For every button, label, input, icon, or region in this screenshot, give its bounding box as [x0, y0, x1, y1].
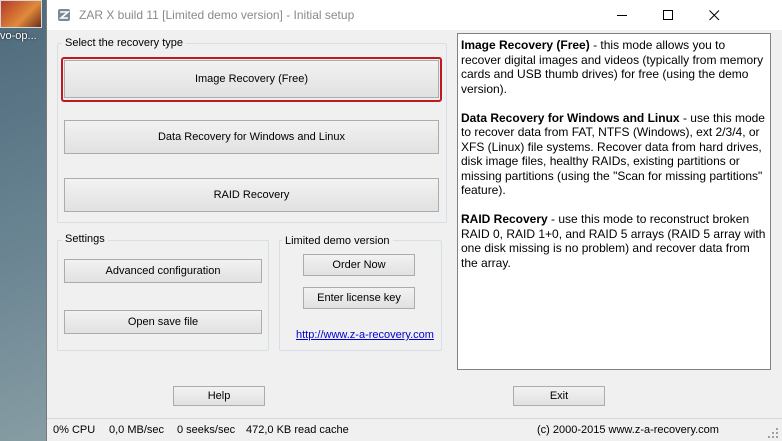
status-bar: 0% CPU 0,0 MB/sec 0 seeks/sec 472,0 KB r…	[47, 418, 782, 441]
enter-license-key-button[interactable]: Enter license key	[303, 287, 415, 309]
image-recovery-info-title: Image Recovery (Free)	[461, 38, 590, 52]
close-button[interactable]	[691, 0, 737, 30]
close-icon	[708, 9, 719, 20]
app-window: ZAR X build 11 [Limited demo version] - …	[46, 0, 782, 441]
window-title: ZAR X build 11 [Limited demo version] - …	[79, 8, 355, 22]
minimize-button[interactable]	[599, 0, 645, 30]
raid-recovery-button[interactable]: RAID Recovery	[64, 178, 439, 212]
data-recovery-button[interactable]: Data Recovery for Windows and Linux	[64, 120, 439, 154]
cpu-status: 0% CPU	[53, 424, 96, 436]
settings-group	[57, 240, 269, 351]
minimize-icon	[616, 14, 627, 16]
help-button[interactable]: Help	[173, 386, 265, 406]
desktop-file-icon[interactable]	[0, 0, 42, 28]
demo-label: Limited demo version	[282, 235, 393, 247]
order-now-button[interactable]: Order Now	[303, 254, 415, 276]
data-recovery-info: Data Recovery for Windows and Linux - us…	[461, 111, 767, 198]
desktop-file-label: vo-op...	[0, 30, 37, 42]
exit-button[interactable]: Exit	[513, 386, 605, 406]
app-icon	[58, 9, 71, 21]
title-bar: ZAR X build 11 [Limited demo version] - …	[47, 0, 782, 30]
recovery-type-label: Select the recovery type	[62, 37, 187, 49]
open-save-file-button[interactable]: Open save file	[64, 310, 262, 334]
maximize-button[interactable]	[645, 0, 691, 30]
raid-recovery-info-title: RAID Recovery	[461, 212, 548, 226]
seeks-status: 0 seeks/sec	[177, 424, 236, 436]
read-cache-status: 472,0 KB read cache	[246, 424, 349, 436]
copyright-text: (c) 2000-2015 www.z-a-recovery.com	[537, 424, 719, 436]
image-recovery-info: Image Recovery (Free) - this mode allows…	[461, 38, 767, 96]
advanced-configuration-button[interactable]: Advanced configuration	[64, 259, 262, 283]
settings-label: Settings	[62, 233, 108, 245]
maximize-icon	[662, 9, 673, 20]
info-panel: Image Recovery (Free) - this mode allows…	[457, 33, 771, 370]
throughput-status: 0,0 MB/sec	[109, 424, 165, 436]
website-link[interactable]: http://www.z-a-recovery.com	[296, 329, 434, 341]
image-recovery-button[interactable]: Image Recovery (Free)	[64, 60, 439, 98]
raid-recovery-info: RAID Recovery - use this mode to reconst…	[461, 212, 767, 270]
resize-grip-icon[interactable]	[767, 427, 779, 439]
data-recovery-info-title: Data Recovery for Windows and Linux	[461, 110, 680, 125]
